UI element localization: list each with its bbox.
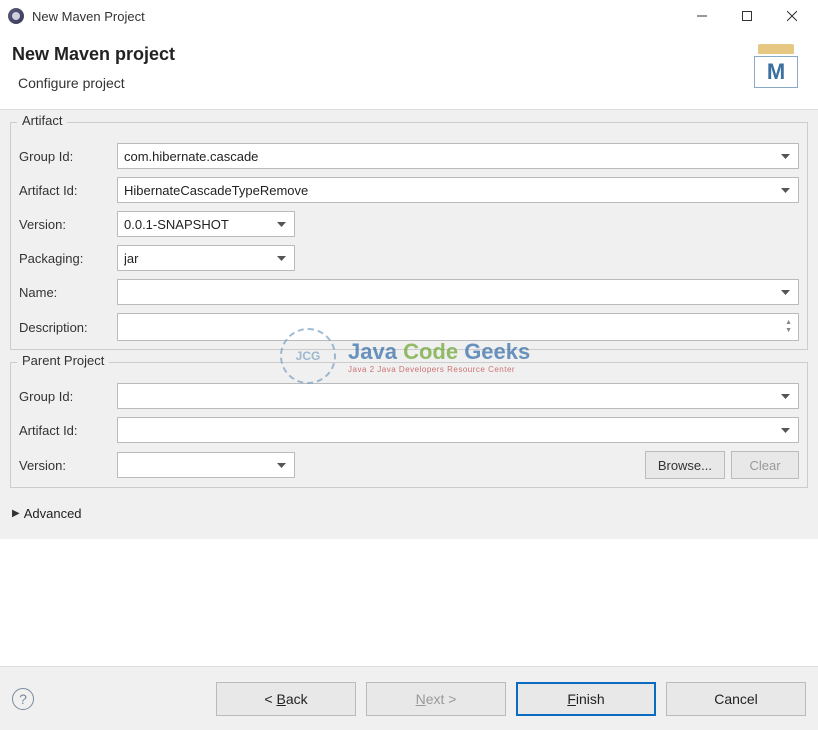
name-label: Name: [19, 285, 111, 300]
eclipse-icon [8, 8, 24, 24]
packaging-value: jar [124, 251, 274, 266]
parent-group-id-label: Group Id: [19, 389, 111, 404]
back-button[interactable]: < Back [216, 682, 356, 716]
artifact-id-value: HibernateCascadeTypeRemove [124, 183, 778, 198]
description-label: Description: [19, 320, 111, 335]
chevron-down-icon [778, 394, 792, 399]
triangle-right-icon: ▶ [12, 508, 20, 519]
browse-button[interactable]: Browse... [645, 451, 725, 479]
cancel-button[interactable]: Cancel [666, 682, 806, 716]
spinner-icon: ▲▼ [785, 320, 792, 334]
artifact-id-combo[interactable]: HibernateCascadeTypeRemove [117, 177, 799, 203]
titlebar: New Maven Project [0, 0, 818, 32]
group-id-combo[interactable]: com.hibernate.cascade [117, 143, 799, 169]
close-button[interactable] [769, 1, 814, 31]
help-button[interactable]: ? [12, 688, 34, 710]
parent-project-group: Parent Project Group Id: Artifact Id: Ve… [10, 362, 808, 488]
parent-version-combo[interactable] [117, 452, 295, 478]
clear-button[interactable]: Clear [731, 451, 799, 479]
parent-legend: Parent Project [17, 353, 109, 368]
chevron-down-icon [274, 256, 288, 261]
window-title: New Maven Project [32, 9, 145, 24]
finish-button[interactable]: Finish [516, 682, 656, 716]
chevron-down-icon [778, 428, 792, 433]
name-combo[interactable] [117, 279, 799, 305]
chevron-down-icon [778, 188, 792, 193]
advanced-label: Advanced [24, 506, 82, 521]
chevron-down-icon [778, 154, 792, 159]
chevron-down-icon [274, 222, 288, 227]
page-subtitle: Configure project [12, 75, 175, 91]
parent-artifact-id-label: Artifact Id: [19, 423, 111, 438]
packaging-label: Packaging: [19, 251, 111, 266]
next-button: Next > [366, 682, 506, 716]
artifact-legend: Artifact [17, 113, 67, 128]
wizard-body: Artifact Group Id: com.hibernate.cascade… [0, 109, 818, 539]
chevron-down-icon [274, 463, 288, 468]
version-value: 0.0.1-SNAPSHOT [124, 217, 274, 232]
minimize-button[interactable] [679, 1, 724, 31]
artifact-group: Artifact Group Id: com.hibernate.cascade… [10, 122, 808, 350]
parent-group-id-combo[interactable] [117, 383, 799, 409]
maximize-button[interactable] [724, 1, 769, 31]
chevron-down-icon [778, 290, 792, 295]
group-id-label: Group Id: [19, 149, 111, 164]
group-id-value: com.hibernate.cascade [124, 149, 778, 164]
advanced-expander[interactable]: ▶ Advanced [10, 500, 808, 535]
artifact-id-label: Artifact Id: [19, 183, 111, 198]
version-label: Version: [19, 217, 111, 232]
description-text[interactable]: ▲▼ [117, 313, 799, 341]
wizard-footer: ? < Back Next > Finish Cancel [0, 666, 818, 730]
parent-version-label: Version: [19, 458, 111, 473]
packaging-combo[interactable]: jar [117, 245, 295, 271]
wizard-header: New Maven project Configure project M [0, 32, 818, 109]
parent-artifact-id-combo[interactable] [117, 417, 799, 443]
maven-wizard-icon: M [752, 44, 800, 88]
version-combo[interactable]: 0.0.1-SNAPSHOT [117, 211, 295, 237]
page-title: New Maven project [12, 44, 175, 65]
